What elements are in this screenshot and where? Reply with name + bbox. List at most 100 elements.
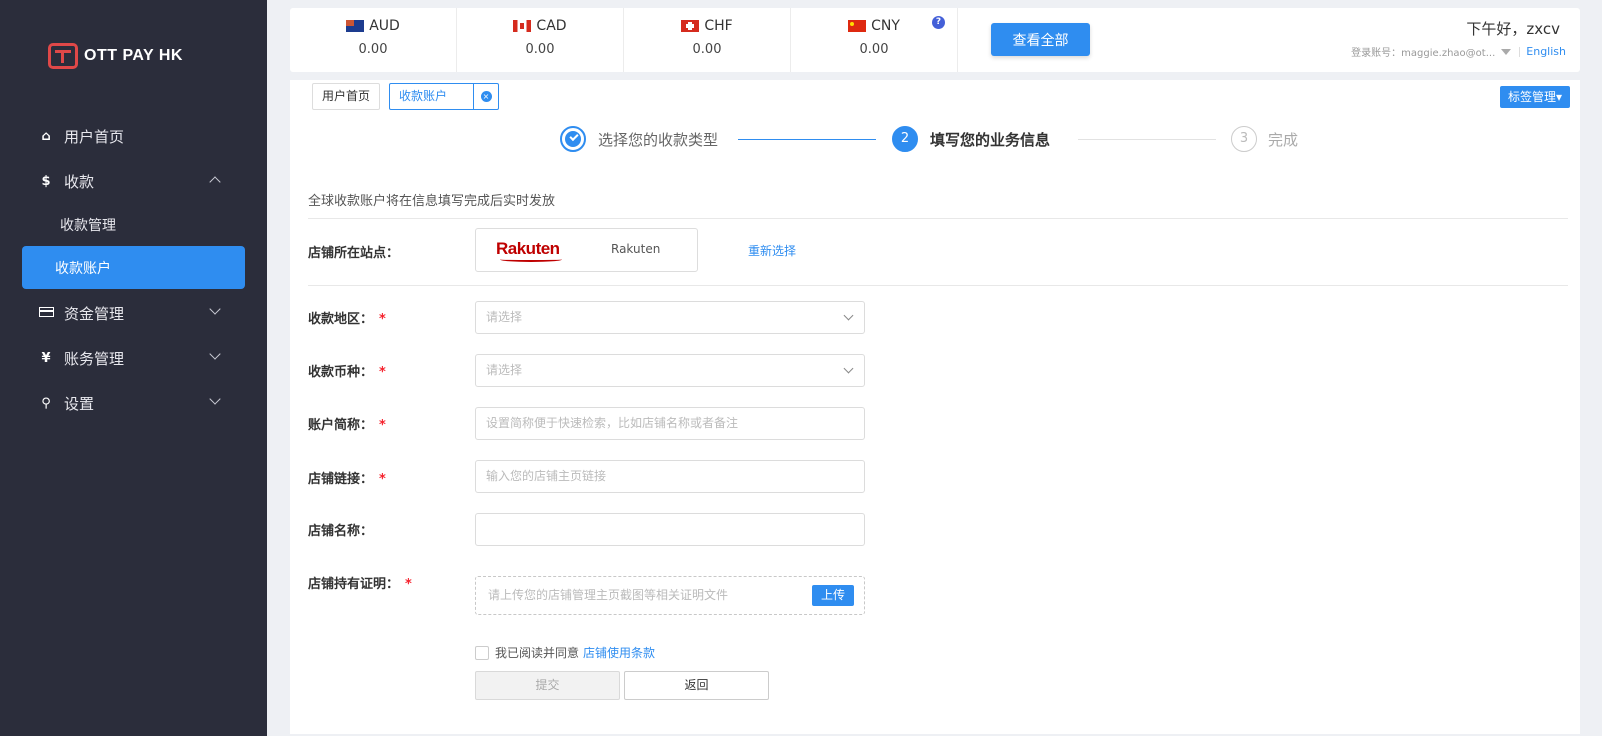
currency-code: CNY	[871, 18, 900, 34]
sidebar-item-settings[interactable]: ⚲ 设置	[0, 381, 267, 426]
account-dropdown-icon[interactable]	[1501, 48, 1512, 55]
site-label: 店铺所在站点：	[308, 246, 400, 261]
sidebar-item-home[interactable]: ⌂ 用户首页	[0, 114, 267, 159]
tab-home[interactable]: 用户首页	[312, 83, 381, 110]
currency-balance: 0.00	[859, 42, 889, 57]
submit-button[interactable]: 提交	[475, 671, 620, 700]
sidebar-item-label: 设置	[64, 395, 95, 413]
input-placeholder: 输入您的店铺主页链接	[486, 469, 607, 483]
chevron-down-icon	[843, 363, 854, 374]
currency-chf: CHF 0.00	[624, 8, 791, 72]
help-icon[interactable]: ?	[932, 16, 945, 29]
logo-text: OTT PAY HK	[84, 47, 183, 64]
upload-button[interactable]: 上传	[811, 585, 854, 606]
region-select[interactable]: 请选择	[475, 301, 865, 334]
step-3-label: 完成	[1268, 131, 1299, 149]
step-3-number: 3	[1231, 126, 1257, 152]
sidebar-item-label: 收款账户	[55, 260, 111, 277]
divider	[308, 285, 1568, 286]
site-selection-card: Rakuten Rakuten	[475, 228, 698, 272]
store-name-label: 店铺名称：	[308, 524, 374, 539]
close-tab-button[interactable]: ×	[473, 84, 498, 109]
store-link-label: 店铺链接： *	[308, 472, 386, 487]
logo[interactable]: OTT PAY HK	[48, 43, 183, 69]
select-placeholder: 请选择	[486, 310, 523, 324]
switzerland-flag-icon	[681, 20, 700, 32]
currency-balance: 0.00	[525, 42, 555, 57]
tabs-bar: 用户首页 收款账户 × 标签管理▾	[290, 80, 1580, 114]
sidebar-item-label: 用户首页	[64, 128, 125, 146]
sidebar-subitem-receipt-account[interactable]: 收款账户	[22, 246, 245, 289]
site-name: Rakuten	[611, 242, 661, 256]
rakuten-logo: Rakuten	[496, 239, 562, 262]
chevron-up-icon	[209, 176, 221, 188]
logo-mark-icon	[48, 43, 78, 69]
ownership-proof-label: 店铺持有证明： *	[308, 577, 412, 592]
chevron-down-icon	[843, 310, 854, 321]
currency-cad: CAD 0.00	[457, 8, 624, 72]
currency-code: CAD	[536, 18, 567, 34]
tag-manager-dropdown[interactable]: 标签管理▾	[1499, 86, 1570, 108]
step-2-number: 2	[892, 126, 918, 152]
chevron-down-icon	[209, 348, 221, 360]
close-icon: ×	[480, 91, 492, 102]
sidebar-item-label: 收款	[64, 173, 95, 191]
tab-receipt-account[interactable]: 收款账户 ×	[389, 83, 499, 110]
step-2-label: 填写您的业务信息	[930, 131, 1051, 149]
main-content: 选择您的收款类型 2 填写您的业务信息 3 完成 全球收款账户将在信息填写完成后…	[290, 114, 1580, 734]
alias-label: 账户简称： *	[308, 418, 386, 433]
sidebar: OTT PAY HK ⌂ 用户首页 $ 收款 收款管理 收款账户 资金管理 ¥ …	[0, 0, 267, 736]
store-link-input[interactable]: 输入您的店铺主页链接	[475, 460, 865, 493]
sidebar-subitem-receipt-management[interactable]: 收款管理	[0, 204, 267, 246]
step-connector	[738, 139, 876, 140]
sidebar-item-funds[interactable]: 资金管理	[0, 291, 267, 336]
agree-text: 我已阅读并同意	[495, 646, 580, 660]
sidebar-item-label: 收款管理	[60, 218, 116, 234]
step-indicator: 选择您的收款类型 2 填写您的业务信息 3 完成	[560, 126, 1320, 152]
region-label: 收款地区： *	[308, 312, 386, 327]
australia-flag-icon	[346, 20, 365, 32]
currency-label: 收款币种： *	[308, 365, 386, 380]
divider	[308, 218, 1568, 219]
canada-flag-icon	[513, 20, 532, 32]
agree-checkbox[interactable]	[475, 645, 489, 660]
step-1-check-icon	[560, 126, 586, 152]
chevron-down-icon	[209, 303, 221, 315]
sidebar-item-accounting[interactable]: ¥ 账务管理	[0, 336, 267, 381]
sidebar-nav: ⌂ 用户首页 $ 收款 收款管理 收款账户 资金管理 ¥ 账务管理 ⚲ 设置	[0, 114, 267, 426]
reselect-link[interactable]: 重新选择	[748, 242, 796, 259]
account-info: 登录账号：maggie.zhao@ot... English	[1351, 44, 1566, 59]
form-notice: 全球收款账户将在信息填写完成后实时发放	[308, 194, 556, 209]
sidebar-item-label: 资金管理	[64, 305, 125, 323]
currency-balance: 0.00	[358, 42, 388, 57]
divider	[1519, 46, 1521, 57]
home-icon: ⌂	[41, 129, 51, 144]
chevron-down-icon	[209, 393, 221, 405]
terms-agreement: 我已阅读并同意 店铺使用条款	[475, 644, 655, 661]
step-connector	[1078, 139, 1216, 140]
terms-link[interactable]: 店铺使用条款	[583, 644, 655, 661]
currency-code: AUD	[369, 18, 400, 34]
currency-bar: AUD 0.00 CAD 0.00 CHF 0.00 CNY 0.00 ? 查看…	[290, 8, 1580, 72]
greeting: 下午好，zxcv	[1466, 20, 1560, 38]
input-placeholder: 设置简称便于快速检索，比如店铺名称或者备注	[486, 416, 739, 430]
card-icon	[38, 306, 54, 321]
ownership-proof-upload[interactable]: 请上传您的店铺管理主页截图等相关证明文件 上传	[475, 576, 865, 615]
step-1-label: 选择您的收款类型	[598, 131, 719, 149]
store-name-input[interactable]	[475, 513, 865, 546]
language-switch-link[interactable]: English	[1526, 45, 1566, 58]
currency-code: CHF	[704, 18, 733, 34]
dollar-icon: $	[41, 174, 51, 189]
back-button[interactable]: 返回	[624, 671, 769, 700]
currency-select[interactable]: 请选择	[475, 354, 865, 387]
currency-aud: AUD 0.00	[290, 8, 457, 72]
sidebar-item-label: 账务管理	[64, 350, 125, 368]
select-placeholder: 请选择	[486, 363, 523, 377]
yen-icon: ¥	[41, 351, 51, 366]
currency-balance: 0.00	[692, 42, 722, 57]
upload-placeholder: 请上传您的店铺管理主页截图等相关证明文件	[488, 588, 729, 602]
sidebar-item-receipts[interactable]: $ 收款	[0, 159, 267, 204]
search-icon: ⚲	[41, 396, 51, 411]
view-all-button[interactable]: 查看全部	[991, 23, 1090, 56]
alias-input[interactable]: 设置简称便于快速检索，比如店铺名称或者备注	[475, 407, 865, 440]
